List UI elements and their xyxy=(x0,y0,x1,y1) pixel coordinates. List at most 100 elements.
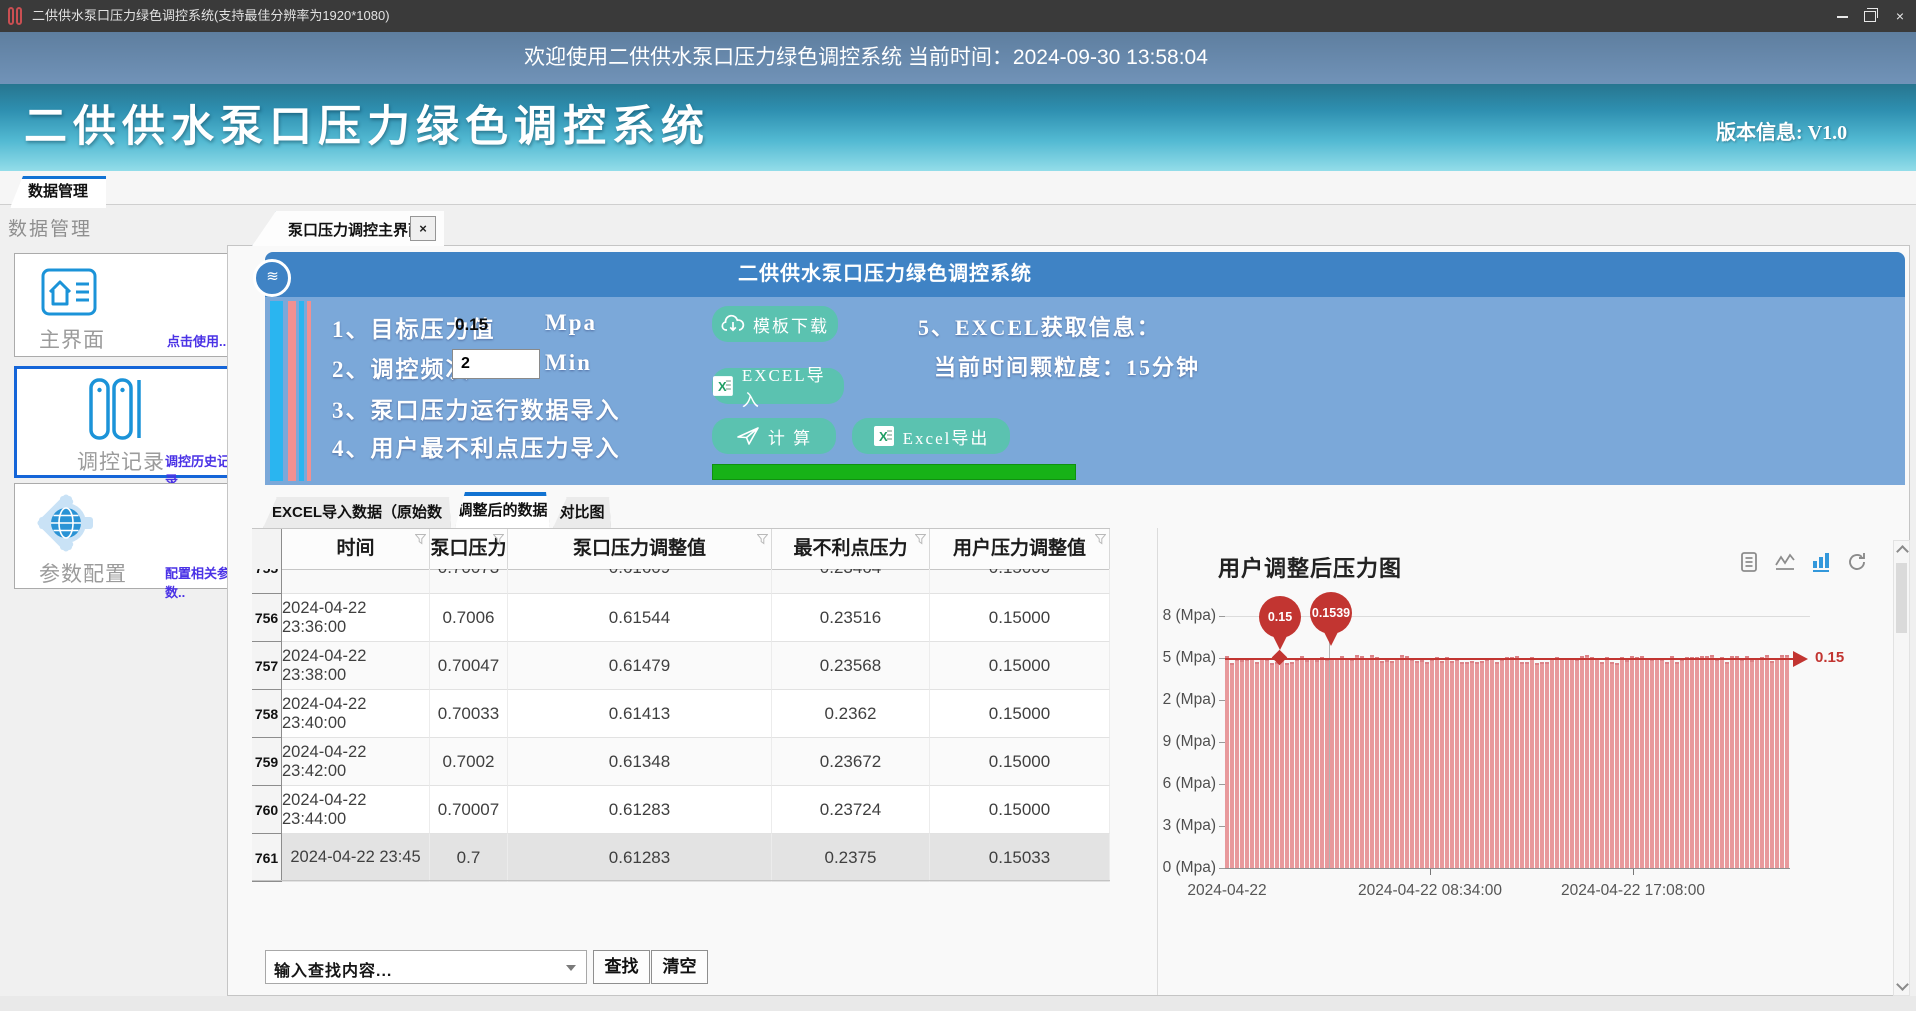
table-row[interactable]: 7562024-04-22 23:36:000.70060.615440.235… xyxy=(252,594,1110,642)
pressure-bar xyxy=(1730,656,1734,868)
excel-export-button[interactable]: X Excel导出 xyxy=(852,418,1010,454)
find-button[interactable]: 查找 xyxy=(593,950,650,984)
table-header: 时间 泵口压力泵口压力调整值最不利点压力用户压力调整值 xyxy=(252,528,1110,570)
column-header[interactable]: 最不利点压力 xyxy=(772,529,930,569)
table-row[interactable]: 7572024-04-22 23:38:000.700470.614790.23… xyxy=(252,642,1110,690)
data-view-icon[interactable] xyxy=(1738,551,1760,573)
column-header[interactable]: 用户压力调整值 xyxy=(930,529,1110,569)
pressure-bar xyxy=(1640,656,1644,868)
scroll-down-icon[interactable] xyxy=(1896,978,1909,991)
y-axis-tick: 9 (Mpa) xyxy=(1128,732,1216,752)
pressure-bar xyxy=(1510,657,1514,868)
tab-adjusted-data[interactable]: 调整后的数据 xyxy=(455,492,550,528)
sidebar-item-main[interactable]: 主界面 点击使用... xyxy=(14,253,244,357)
excel-import-button[interactable]: X EXCEL导入 xyxy=(712,368,844,404)
y-axis-tick: 6 (Mpa) xyxy=(1128,774,1216,794)
row-number: 761 xyxy=(252,834,282,882)
home-icon xyxy=(41,268,97,316)
sidebar-item-params[interactable]: 参数配置 配置相关参数.. xyxy=(14,483,244,589)
pressure-bar xyxy=(1680,659,1684,868)
filter-icon[interactable] xyxy=(915,534,926,545)
table-cell: 2024-04-22 23:42:00 xyxy=(282,738,430,786)
sidebar-item-hint[interactable]: 点击使用... xyxy=(167,331,230,350)
tab-pump-pressure-main[interactable]: 泵口压力调控主界面 × xyxy=(252,211,444,246)
tab-excel-raw-data[interactable]: EXCEL导入数据（原始数据） xyxy=(263,497,451,528)
row-number: 758 xyxy=(252,690,282,738)
sidebar-item-records[interactable]: 调控记录 调控历史记录... xyxy=(14,366,244,478)
table-bottom-border xyxy=(252,880,1110,881)
search-combobox[interactable]: 输入查找内容... xyxy=(265,950,587,984)
scrollbar-thumb[interactable] xyxy=(1896,563,1907,633)
pressure-bar xyxy=(1390,661,1394,868)
pressure-bar xyxy=(1760,657,1764,868)
table-row[interactable]: 7582024-04-22 23:40:000.700330.614130.23… xyxy=(252,690,1110,738)
x-axis-tick: 2024-04-22 08:34:00 xyxy=(1320,882,1540,900)
table-row[interactable]: 7550.700730.616090.234640.15000 xyxy=(252,569,1110,594)
pressure-bar xyxy=(1230,663,1234,868)
pressure-bar xyxy=(1740,659,1744,868)
pressure-bar xyxy=(1520,662,1524,868)
sidebar-item-label: 主界面 xyxy=(39,324,105,354)
table-cell: 0.23672 xyxy=(772,738,930,786)
filter-icon[interactable] xyxy=(757,534,768,545)
pressure-bar xyxy=(1445,657,1449,868)
filter-icon[interactable] xyxy=(1095,534,1106,545)
template-download-label: 模板下载 xyxy=(753,312,829,337)
pressure-bar xyxy=(1405,656,1409,868)
pressure-bar xyxy=(1515,656,1519,868)
filter-icon[interactable] xyxy=(493,534,504,545)
reference-arrow-icon xyxy=(1793,651,1808,667)
chart-title: 用户调整后压力图 xyxy=(1218,551,1402,583)
table-row[interactable]: 7612024-04-22 23:450.70.612830.23750.150… xyxy=(252,834,1110,882)
pressure-bar xyxy=(1610,662,1614,868)
vertical-scrollbar[interactable] xyxy=(1893,540,1910,996)
restore-button[interactable] xyxy=(1858,5,1882,27)
bar-chart-icon[interactable] xyxy=(1810,551,1832,573)
line-chart-icon[interactable] xyxy=(1774,551,1796,573)
filter-icon[interactable] xyxy=(415,534,426,545)
table-cell: 2024-04-22 23:45 xyxy=(282,834,430,882)
pressure-bar xyxy=(1630,656,1634,868)
refresh-icon[interactable] xyxy=(1846,551,1868,573)
column-header-label: 时间 xyxy=(336,538,374,559)
control-panel-title: 二供供水泵口压力绿色调控系统 xyxy=(738,252,1032,297)
pressure-bar xyxy=(1355,655,1359,868)
table-row[interactable]: 7592024-04-22 23:42:000.70020.613480.236… xyxy=(252,738,1110,786)
bar-series xyxy=(1225,616,1790,869)
pressure-bar xyxy=(1605,657,1609,868)
template-download-button[interactable]: 模板下载 xyxy=(712,306,838,342)
x-axis-tickmark xyxy=(1633,869,1634,875)
column-header[interactable]: 时间 xyxy=(282,529,430,569)
table-cell: 0.23464 xyxy=(772,569,930,594)
value-marker-balloon: 0.15 xyxy=(1259,596,1301,638)
pressure-bar xyxy=(1755,658,1759,868)
pressure-bar xyxy=(1320,657,1324,868)
scroll-up-icon[interactable] xyxy=(1896,545,1909,558)
doc-tab-close-button[interactable]: × xyxy=(410,216,436,241)
minimize-button[interactable] xyxy=(1830,5,1854,27)
application-window: 二供供水泵口压力绿色调控系统(支持最佳分辨率为1920*1080) × 欢迎使用… xyxy=(0,0,1916,1011)
calculate-button[interactable]: 计 算 xyxy=(712,418,836,454)
row-number: 756 xyxy=(252,594,282,642)
pressure-bar xyxy=(1370,655,1374,868)
column-header[interactable]: 泵口压力 xyxy=(430,529,508,569)
pressure-bar xyxy=(1400,655,1404,868)
column-header[interactable]: 泵口压力调整值 xyxy=(508,529,772,569)
table-row[interactable]: 7602024-04-22 23:44:000.700070.612830.23… xyxy=(252,786,1110,834)
app-header: 二供供水泵口压力绿色调控系统 版本信息: V1.0 xyxy=(0,84,1916,171)
pressure-bar xyxy=(1375,657,1379,868)
app-logo-icon xyxy=(8,7,24,25)
pressure-bar xyxy=(1280,656,1284,868)
clear-button[interactable]: 清空 xyxy=(651,950,708,984)
excel-info-title: 5、EXCEL获取信息： xyxy=(918,310,1161,342)
tab-data-management[interactable]: 数据管理 xyxy=(10,176,106,208)
paper-plane-icon xyxy=(736,425,760,447)
pressure-bar xyxy=(1585,655,1589,868)
pressure-bar xyxy=(1240,660,1244,868)
close-button[interactable]: × xyxy=(1888,5,1912,27)
table-cell: 0.2375 xyxy=(772,834,930,882)
frequency-input[interactable] xyxy=(452,349,540,379)
pressure-bar xyxy=(1410,659,1414,868)
table-cell: 0.61283 xyxy=(508,834,772,882)
pressure-bar xyxy=(1385,660,1389,868)
